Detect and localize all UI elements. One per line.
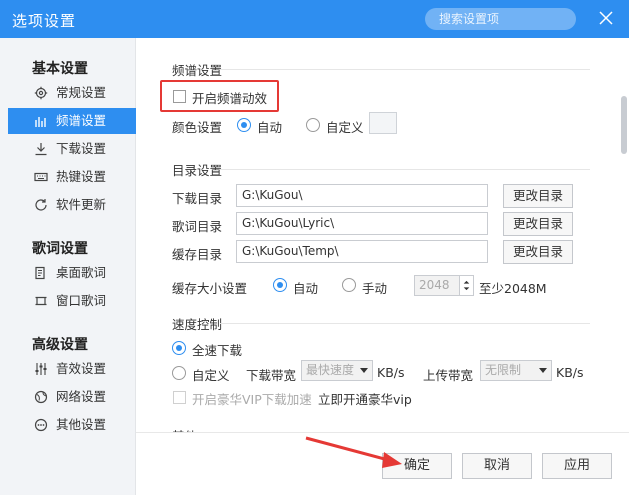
window-title: 选项设置 [12, 12, 77, 30]
sidebar-item-other[interactable]: 其他设置 [8, 412, 136, 438]
cache-size-stepper[interactable]: 2048 [414, 275, 474, 296]
download-dir-label: 下载目录 [172, 191, 223, 206]
change-download-dir-button[interactable]: 更改目录 [503, 184, 573, 208]
color-custom-label: 自定义 [326, 120, 364, 135]
upload-bandwidth-select[interactable]: 无限制 [480, 360, 552, 381]
download-bandwidth-label: 下载带宽 [246, 368, 297, 383]
lyrics-dir-label: 歌词目录 [172, 219, 223, 234]
upload-bandwidth-label: 上传带宽 [423, 368, 474, 383]
sidebar-item-download[interactable]: 下载设置 [8, 136, 136, 162]
color-custom-radio[interactable] [306, 118, 320, 132]
section-title-directory: 目录设置 [172, 163, 223, 178]
change-cache-dir-button[interactable]: 更改目录 [503, 240, 573, 264]
scrollbar-thumb[interactable] [621, 96, 627, 154]
section-divider [220, 323, 590, 324]
gear-icon [34, 86, 48, 100]
vip-accelerate-checkbox[interactable] [173, 391, 186, 404]
spectrum-icon [35, 117, 46, 127]
download-icon [35, 143, 47, 156]
download-bandwidth-select[interactable]: 最快速度 [301, 360, 373, 381]
content-scrollbar[interactable] [619, 38, 629, 432]
sidebar-item-sound-effects[interactable]: 音效设置 [8, 356, 136, 382]
sidebar-item-window-lyrics[interactable]: 窗口歌词 [8, 288, 136, 314]
sidebar-group-advanced: 高级设置 [32, 337, 88, 353]
equalizer-icon [35, 363, 47, 375]
annotation-highlight-box [160, 80, 279, 112]
section-divider [220, 169, 590, 170]
sidebar-item-label: 下载设置 [56, 141, 107, 156]
sidebar-group-basic: 基本设置 [32, 61, 88, 77]
sidebar-item-hotkey[interactable]: 热键设置 [8, 164, 136, 190]
full-speed-label: 全速下载 [192, 343, 243, 358]
sidebar-item-update[interactable]: 软件更新 [8, 192, 136, 218]
network-icon [34, 390, 48, 404]
apply-button[interactable]: 应用 [542, 453, 612, 479]
sidebar-item-network[interactable]: 网络设置 [8, 384, 136, 410]
dialog-footer: 确定 取消 应用 [136, 432, 629, 495]
cache-manual-radio[interactable] [342, 278, 356, 292]
full-speed-radio[interactable] [172, 341, 186, 355]
ok-button[interactable]: 确定 [382, 453, 452, 479]
download-unit-label: KB/s [377, 365, 405, 380]
chevron-down-icon [360, 368, 368, 373]
color-swatch[interactable] [369, 112, 397, 134]
window-lyrics-icon [35, 296, 47, 306]
sidebar-item-label: 热键设置 [56, 169, 107, 184]
cache-size-label: 缓存大小设置 [172, 281, 248, 296]
download-bandwidth-value: 最快速度 [306, 363, 355, 377]
keyboard-icon [34, 172, 48, 182]
color-auto-radio[interactable] [237, 118, 251, 132]
section-title-speed: 速度控制 [172, 317, 223, 332]
stepper-arrows-icon[interactable] [459, 276, 473, 295]
cache-min-label: 至少2048M [479, 281, 547, 296]
close-icon[interactable] [597, 9, 615, 27]
sidebar-item-label: 窗口歌词 [56, 293, 107, 308]
sidebar: 基本设置 常规设置 频谱设置 下载设置 热键设置 软件更新 歌词设置 桌面歌词 … [0, 38, 136, 495]
sidebar-item-spectrum[interactable]: 频谱设置 [8, 108, 136, 134]
more-icon [34, 418, 48, 432]
custom-speed-radio[interactable] [172, 366, 186, 380]
chevron-down-icon [539, 368, 547, 373]
cache-auto-radio[interactable] [273, 278, 287, 292]
desktop-lyrics-icon [35, 266, 45, 280]
download-dir-input[interactable]: G:\KuGou\ [236, 184, 488, 207]
section-divider [220, 69, 590, 70]
update-icon [35, 199, 47, 211]
cache-size-value: 2048 [419, 278, 450, 292]
upload-bandwidth-value: 无限制 [485, 363, 522, 377]
sidebar-item-label: 桌面歌词 [56, 265, 107, 280]
sidebar-item-label: 音效设置 [56, 361, 107, 376]
color-setting-label: 颜色设置 [172, 120, 223, 135]
sidebar-item-label: 频谱设置 [56, 113, 107, 128]
sidebar-item-label: 常规设置 [56, 85, 107, 100]
sidebar-item-label: 软件更新 [56, 197, 107, 212]
cache-manual-label: 手动 [362, 281, 388, 296]
change-lyrics-dir-button[interactable]: 更改目录 [503, 212, 573, 236]
sidebar-group-lyrics: 歌词设置 [32, 241, 88, 257]
open-vip-link[interactable]: 立即开通豪华vip [318, 389, 412, 408]
cancel-button[interactable]: 取消 [462, 453, 532, 479]
cache-dir-input[interactable]: G:\KuGou\Temp\ [236, 240, 488, 263]
upload-unit-label: KB/s [556, 365, 584, 380]
sidebar-item-general[interactable]: 常规设置 [8, 80, 136, 106]
sidebar-item-desktop-lyrics[interactable]: 桌面歌词 [8, 260, 136, 286]
sidebar-item-label: 其他设置 [56, 417, 107, 432]
cache-dir-label: 缓存目录 [172, 247, 223, 262]
vip-accelerate-label: 开启豪华VIP下载加速 [192, 392, 312, 407]
lyrics-dir-input[interactable]: G:\KuGou\Lyric\ [236, 212, 488, 235]
section-title-spectrum: 频谱设置 [172, 63, 223, 78]
sidebar-item-label: 网络设置 [56, 389, 107, 404]
settings-search-input[interactable]: 搜索设置项 [425, 8, 576, 30]
cache-auto-label: 自动 [293, 281, 319, 296]
color-auto-label: 自动 [257, 120, 283, 135]
title-bar: 选项设置 搜索设置项 [0, 0, 629, 38]
custom-speed-label: 自定义 [192, 368, 230, 383]
